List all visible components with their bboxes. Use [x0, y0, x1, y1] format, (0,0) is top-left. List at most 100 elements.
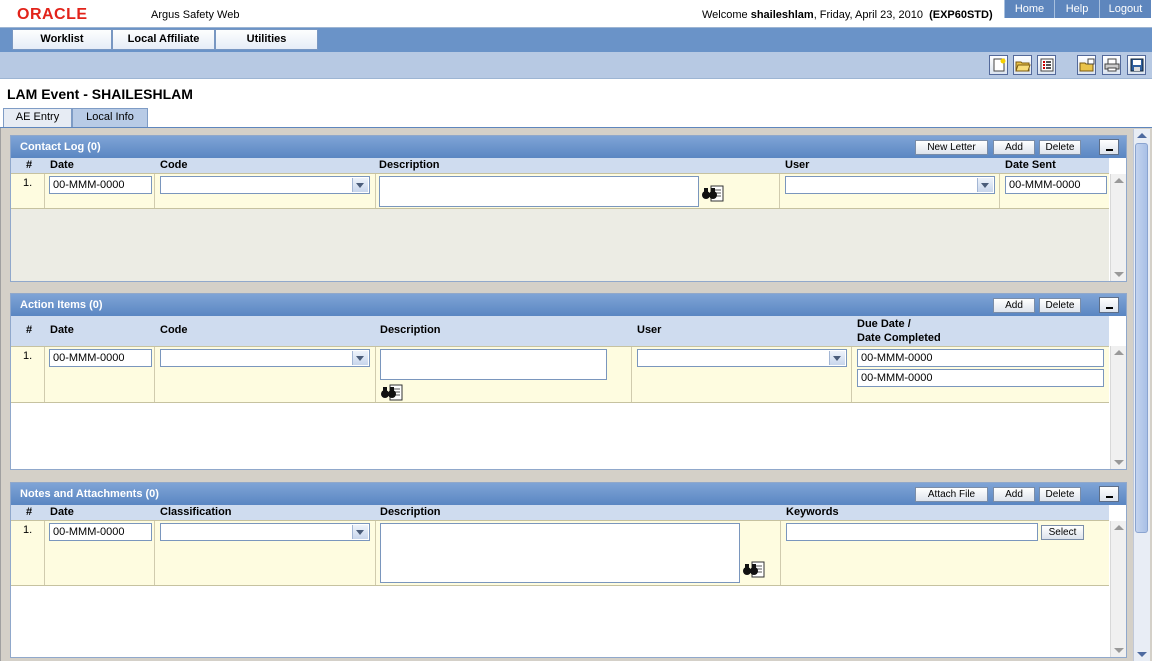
action-items-scrollbar[interactable] [1110, 346, 1126, 469]
menu-worklist[interactable]: Worklist [12, 29, 112, 50]
col-description: Description [379, 159, 440, 171]
oracle-logo: ORACLE [17, 6, 88, 23]
menu-utilities[interactable]: Utilities [215, 29, 318, 50]
notes-title: Notes and Attachments (0) [20, 488, 159, 500]
col-user: User [637, 324, 662, 336]
contact-user-select[interactable] [785, 176, 995, 194]
col-date: Date [50, 159, 74, 171]
notes-add-button[interactable]: Add [993, 487, 1035, 502]
col-date: Date [50, 324, 74, 336]
col-description: Description [380, 506, 441, 518]
scroll-up-icon[interactable] [1114, 178, 1124, 183]
notes-attachments-section: Notes and Attachments (0) Attach File Ad… [10, 482, 1127, 658]
col-num: # [26, 324, 33, 336]
contact-log-header: Contact Log (0) New Letter Add Delete [11, 136, 1126, 158]
new-letter-button[interactable]: New Letter [915, 140, 988, 155]
print-icon[interactable] [1102, 55, 1121, 75]
contact-delete-button[interactable]: Delete [1039, 140, 1081, 155]
col-date: Date [50, 506, 74, 518]
scroll-up-icon[interactable] [1114, 350, 1124, 355]
menu-local-affiliate[interactable]: Local Affiliate [112, 29, 215, 50]
contact-add-button[interactable]: Add [993, 140, 1035, 155]
chevron-down-icon [356, 530, 364, 535]
col-due-date: Due Date / [857, 318, 911, 330]
table-row: 1. 00-MMM-0000 Select [11, 520, 1109, 586]
chevron-down-icon [833, 356, 841, 361]
col-date-completed: Date Completed [857, 332, 941, 344]
contact-collapse-button[interactable] [1099, 139, 1119, 155]
scroll-down-icon[interactable] [1137, 652, 1147, 657]
table-row: 1. 00-MMM-0000 00-MMM-0000 00-MMM-0000 [11, 346, 1109, 403]
action-collapse-button[interactable] [1099, 297, 1119, 313]
action-items-header: Action Items (0) Add Delete [11, 294, 1126, 316]
action-date-input[interactable]: 00-MMM-0000 [49, 349, 152, 367]
col-code: Code [160, 324, 188, 336]
scroll-down-icon[interactable] [1114, 272, 1124, 277]
scroll-down-icon[interactable] [1114, 648, 1124, 653]
contact-log-section: Contact Log (0) New Letter Add Delete # … [10, 135, 1127, 282]
home-link[interactable]: Home [1004, 0, 1054, 18]
action-items-title: Action Items (0) [20, 299, 103, 311]
contact-log-scrollbar[interactable] [1110, 174, 1126, 281]
app-name: Argus Safety Web [151, 9, 240, 21]
open-icon[interactable] [1013, 55, 1032, 75]
contact-log-title: Contact Log (0) [20, 141, 101, 153]
contact-code-select[interactable] [160, 176, 370, 194]
action-delete-button[interactable]: Delete [1039, 298, 1081, 313]
tab-local-info[interactable]: Local Info [72, 108, 148, 127]
col-classification: Classification [160, 506, 232, 518]
scroll-up-icon[interactable] [1114, 525, 1124, 530]
attach-file-button[interactable]: Attach File [915, 487, 988, 502]
action-code-select[interactable] [160, 349, 370, 367]
toolbar [0, 52, 1152, 79]
tab-ae-entry[interactable]: AE Entry [3, 108, 72, 127]
binoculars-icon[interactable] [380, 383, 404, 401]
page-title: LAM Event - SHAILESHLAM [7, 86, 193, 102]
table-row: 1. 00-MMM-0000 00-MMM-0000 [11, 173, 1109, 209]
logout-link[interactable]: Logout [1099, 0, 1151, 18]
action-description-textarea[interactable] [380, 349, 607, 380]
row-number: 1. [23, 350, 33, 362]
binoculars-icon[interactable] [742, 560, 766, 578]
help-link[interactable]: Help [1054, 0, 1099, 18]
action-add-button[interactable]: Add [993, 298, 1035, 313]
notes-column-header: # Date Classification Description Keywor… [11, 505, 1109, 520]
contact-date-sent-input[interactable]: 00-MMM-0000 [1005, 176, 1107, 194]
main-menu-bar: Worklist Local Affiliate Utilities [0, 28, 1152, 52]
notes-collapse-button[interactable] [1099, 486, 1119, 502]
contact-date-input[interactable]: 00-MMM-0000 [49, 176, 152, 194]
contact-log-column-header: # Date Code Description User Date Sent [11, 158, 1109, 173]
action-date-completed-input[interactable]: 00-MMM-0000 [857, 369, 1104, 387]
scroll-down-icon[interactable] [1114, 460, 1124, 465]
action-items-column-header: # Date Code Description User Due Date / … [11, 316, 1109, 346]
page-scrollbar-thumb[interactable] [1135, 143, 1148, 533]
app-header: ORACLE Argus Safety Web Welcome shailesh… [0, 0, 1152, 28]
new-icon[interactable] [989, 55, 1008, 75]
contact-description-textarea[interactable] [379, 176, 699, 207]
col-keywords: Keywords [786, 506, 839, 518]
username: shaileshlam [750, 9, 814, 21]
col-date-sent: Date Sent [1005, 159, 1056, 171]
action-due-date-input[interactable]: 00-MMM-0000 [857, 349, 1104, 367]
row-number: 1. [23, 524, 33, 536]
binoculars-icon[interactable] [701, 184, 725, 202]
export-icon[interactable] [1077, 55, 1096, 75]
notes-delete-button[interactable]: Delete [1039, 487, 1081, 502]
environment-label: (EXP60STD) [929, 9, 993, 21]
chevron-down-icon [981, 183, 989, 188]
action-items-section: Action Items (0) Add Delete # Date Code … [10, 293, 1127, 470]
scroll-up-icon[interactable] [1137, 133, 1147, 138]
notes-description-textarea[interactable] [380, 523, 740, 583]
list-icon[interactable] [1037, 55, 1056, 75]
chevron-down-icon [356, 356, 364, 361]
notes-scrollbar[interactable] [1110, 521, 1126, 657]
notes-classification-select[interactable] [160, 523, 370, 541]
action-user-select[interactable] [637, 349, 847, 367]
keywords-select-button[interactable]: Select [1041, 525, 1084, 540]
col-code: Code [160, 159, 188, 171]
notes-date-input[interactable]: 00-MMM-0000 [49, 523, 152, 541]
chevron-down-icon [356, 183, 364, 188]
contact-log-empty-area [11, 209, 1109, 281]
notes-keywords-input[interactable] [786, 523, 1038, 541]
save-icon[interactable] [1127, 55, 1146, 75]
